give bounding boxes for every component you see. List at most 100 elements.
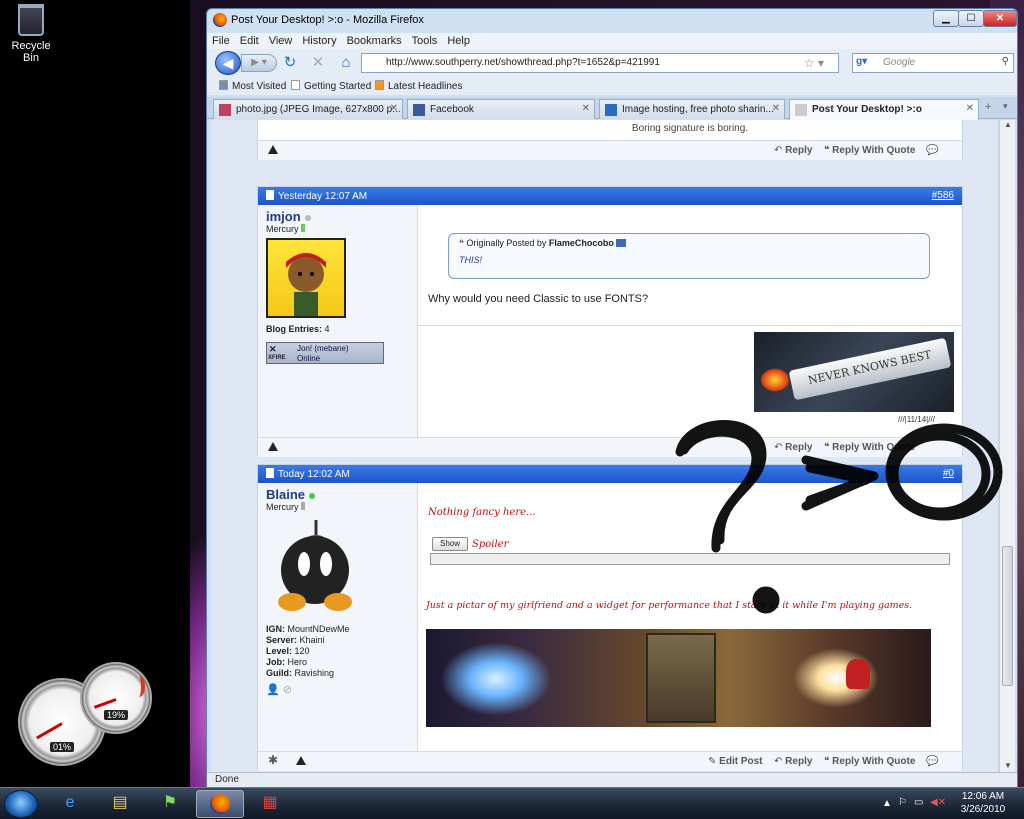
- tab-bar: photo.jpg (JPEG Image, 627x800 p... ✕ Face…: [207, 97, 1017, 120]
- signature-game-image: [426, 629, 931, 727]
- folder-icon[interactable]: ▤: [96, 790, 144, 818]
- username[interactable]: imjon: [266, 209, 301, 224]
- spoiler-show-button[interactable]: Show: [432, 537, 468, 551]
- post-footer: ↶ Reply ❝ Reply With Quote: [258, 437, 962, 457]
- reply-with-quote-button[interactable]: ❝ Reply With Quote: [824, 756, 915, 767]
- scroll-up-icon[interactable]: ▲: [1004, 120, 1012, 129]
- tab-list-icon[interactable]: ▾: [1003, 101, 1017, 117]
- network-icon[interactable]: ⚑: [146, 790, 194, 818]
- tab-close-icon[interactable]: ✕: [966, 103, 974, 114]
- user-info: imjon Mercury Blog Entries: 4 ✕ XFIRE Jo…: [258, 205, 418, 437]
- menu-history[interactable]: History: [297, 33, 341, 47]
- search-box[interactable]: g▾ Google ⚲: [852, 53, 1014, 73]
- menu-bookmarks[interactable]: Bookmarks: [342, 33, 407, 47]
- action-center-icon[interactable]: ⚐: [898, 797, 907, 808]
- home-button[interactable]: ⌂: [337, 54, 355, 72]
- view-post-icon[interactable]: [616, 239, 627, 247]
- report-icon[interactable]: [268, 145, 278, 157]
- scroll-down-icon[interactable]: ▼: [1004, 761, 1012, 770]
- menu-file[interactable]: File: [207, 33, 235, 47]
- post-footer: ↶ Reply ❝ Reply With Quote 💬: [258, 140, 962, 160]
- menu-tools[interactable]: Tools: [407, 33, 443, 47]
- close-button[interactable]: ✕: [983, 10, 1017, 27]
- tab-close-icon[interactable]: ✕: [390, 103, 398, 114]
- memory-value: 19%: [103, 710, 129, 720]
- firefox-taskbar-button[interactable]: [196, 790, 244, 818]
- bookmark-getting-started[interactable]: Getting Started: [291, 80, 371, 92]
- tab-1[interactable]: photo.jpg (JPEG Image, 627x800 p... ✕: [213, 99, 403, 119]
- signature-caption: ///|11/14|///: [898, 415, 935, 424]
- menu-help[interactable]: Help: [442, 33, 475, 47]
- tab-3[interactable]: Image hosting, free photo sharin... ✕: [599, 99, 785, 119]
- minimize-button[interactable]: ▁: [933, 10, 959, 27]
- level-value: 120: [294, 646, 310, 656]
- blog-entries-count[interactable]: 4: [325, 324, 330, 334]
- getting-started-icon: [291, 80, 300, 90]
- xfire-badge[interactable]: ✕ XFIRE Jon! (mebane) Online: [266, 342, 384, 364]
- menu-view[interactable]: View: [264, 33, 298, 47]
- multiquote-icon[interactable]: 💬: [926, 145, 938, 156]
- reload-button[interactable]: ↻: [281, 54, 299, 72]
- menu-edit[interactable]: Edit: [235, 33, 264, 47]
- ignore-icon[interactable]: ⊘: [283, 684, 292, 696]
- forward-button[interactable]: ▶ ▾: [241, 54, 277, 72]
- rss-icon: [375, 80, 384, 90]
- star-icon[interactable]: ✱: [268, 753, 278, 767]
- spoiler-label: Spoiler: [472, 539, 509, 550]
- maximize-button[interactable]: ☐: [958, 10, 984, 27]
- vertical-scrollbar[interactable]: ▲ ▼: [999, 120, 1015, 772]
- post-number[interactable]: #0: [943, 468, 954, 479]
- tab-close-icon[interactable]: ✕: [772, 103, 780, 114]
- start-button[interactable]: [4, 790, 38, 818]
- network-tray-icon[interactable]: ▭: [914, 797, 923, 808]
- new-tab-icon[interactable]: +: [985, 101, 999, 117]
- back-button[interactable]: ◀: [215, 51, 241, 75]
- scroll-thumb[interactable]: [1002, 546, 1013, 686]
- post-number[interactable]: #586: [932, 190, 954, 201]
- bookmark-latest-headlines[interactable]: Latest Headlines: [375, 80, 463, 92]
- page-icon: [795, 104, 807, 116]
- server-value: Khaini: [299, 635, 325, 645]
- quote-text: THIS!: [459, 255, 483, 265]
- show-hidden-icons-icon[interactable]: ▲: [882, 798, 892, 809]
- report-icon[interactable]: [296, 756, 306, 768]
- clock[interactable]: 12:06 AM 3/26/2010: [944, 790, 1022, 818]
- username[interactable]: Blaine: [266, 487, 305, 502]
- reply-with-quote-button[interactable]: ❝ Reply With Quote: [824, 442, 915, 453]
- recycle-bin[interactable]: Recycle Bin: [4, 4, 58, 64]
- rank-icon: [301, 502, 306, 510]
- tab-label: Facebook: [430, 104, 474, 115]
- tab-2[interactable]: Facebook ✕: [407, 99, 595, 119]
- cpu-meter-gadget[interactable]: 01% 19%: [18, 662, 158, 772]
- reply-button[interactable]: ↶ Reply: [774, 756, 812, 767]
- status-text: Done: [215, 774, 239, 785]
- search-placeholder: Google: [883, 57, 916, 68]
- title-bar[interactable]: Post Your Desktop! >:o - Mozilla Firefox…: [207, 9, 1017, 31]
- edit-post-button[interactable]: ✎ Edit Post: [708, 756, 763, 767]
- stop-button[interactable]: ✕: [309, 54, 327, 72]
- photobucket-icon: [605, 104, 617, 116]
- recycle-bin-label: Recycle Bin: [11, 40, 51, 64]
- profile-icon[interactable]: 👤: [266, 684, 280, 696]
- google-icon[interactable]: g▾: [856, 56, 870, 70]
- cpu-value: 01%: [49, 742, 75, 752]
- report-icon[interactable]: [268, 442, 278, 454]
- clock-date: 3/26/2010: [960, 804, 1006, 815]
- internet-explorer-icon[interactable]: e: [46, 790, 94, 818]
- tab-4[interactable]: Post Your Desktop! >:o ✕: [789, 99, 979, 120]
- tab-close-icon[interactable]: ✕: [582, 103, 590, 114]
- guild-value: Ravishing: [294, 668, 335, 678]
- bookmark-star-icon[interactable]: ☆ ▾: [804, 56, 824, 70]
- application-icon[interactable]: ▦: [246, 790, 294, 818]
- quote-author: FlameChocobo: [548, 238, 614, 248]
- reply-with-quote-button[interactable]: ❝ Reply With Quote: [824, 145, 915, 156]
- reply-button[interactable]: ↶ Reply: [774, 442, 812, 453]
- signature-divider: [418, 325, 962, 326]
- multiquote-icon[interactable]: 💬: [926, 756, 938, 767]
- url-bar[interactable]: http://www.southperry.net/showthread.php…: [361, 53, 839, 73]
- search-icon[interactable]: ⚲: [1002, 56, 1009, 67]
- firefox-window: Post Your Desktop! >:o - Mozilla Firefox…: [206, 8, 1018, 787]
- bookmark-most-visited[interactable]: Most Visited: [219, 80, 286, 92]
- light-burst: [786, 643, 886, 713]
- reply-button[interactable]: ↶ Reply: [774, 145, 812, 156]
